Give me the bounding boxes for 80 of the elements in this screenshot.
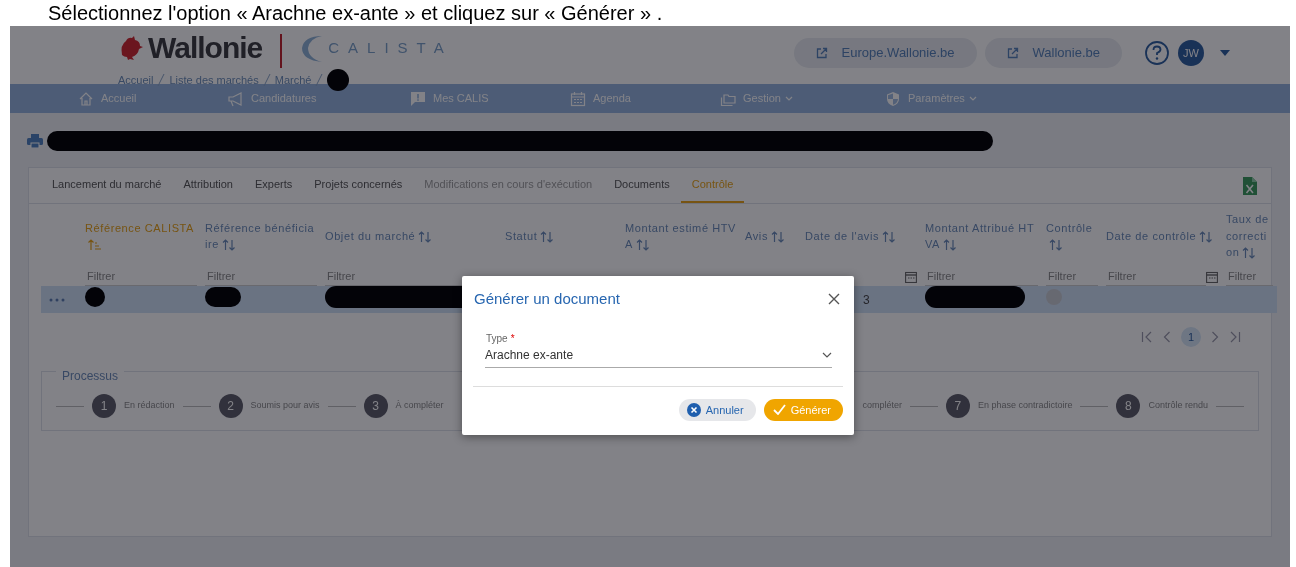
message-icon (410, 90, 426, 107)
app-name: CALISTA (328, 38, 453, 58)
shield-icon (885, 90, 901, 107)
spreadsheet-icon[interactable] (1243, 177, 1257, 195)
column-header[interactable]: Montant estimé HTVA (625, 219, 737, 253)
page-number[interactable]: 1 (1181, 327, 1201, 347)
tab[interactable]: Projets concernés (303, 175, 414, 203)
caption-text: Sélectionnez l'option « Arachne ex-ante » et cliquez sur « Générer » . (47, 1, 664, 26)
calendar-icon[interactable] (1206, 271, 1218, 283)
last-page-icon[interactable] (1229, 331, 1241, 343)
external-link[interactable]: Europe.Wallonie.be (793, 38, 977, 68)
column-header[interactable]: Statut (505, 227, 617, 245)
column-header[interactable]: Montant Attribué HTVA (925, 219, 1038, 253)
close-circle-icon (686, 402, 701, 417)
breadcrumb-link[interactable]: Accueil (118, 71, 154, 89)
chevron-down-icon (822, 351, 832, 358)
redaction-mark (205, 287, 241, 307)
sort-icon (943, 239, 958, 252)
sort-icon (771, 230, 785, 243)
first-page-icon[interactable] (1141, 331, 1153, 343)
next-page-icon[interactable] (1211, 331, 1219, 343)
sort-icon (540, 230, 555, 243)
home-icon (78, 90, 94, 107)
sort-icon (1242, 247, 1257, 260)
sort-icon (635, 239, 650, 252)
previous-page-icon[interactable] (1163, 331, 1171, 343)
more-icon[interactable] (49, 298, 65, 303)
sort-ascending-icon (88, 239, 102, 252)
caret-icon[interactable] (1220, 49, 1230, 56)
tab[interactable]: Attribution (172, 175, 244, 203)
close-icon[interactable] (828, 293, 840, 306)
cancel-button[interactable]: Annuler (678, 398, 756, 421)
column-header[interactable]: Référence CALISTA (85, 219, 197, 253)
slash-icon (315, 73, 324, 87)
calendar-icon (570, 90, 586, 107)
tab[interactable]: Experts (244, 175, 304, 203)
breadcrumb-link[interactable]: Marché (274, 71, 312, 89)
step-number: 1 (92, 394, 116, 418)
help-icon[interactable] (1144, 39, 1170, 66)
step-number: 3 (363, 394, 388, 418)
tab[interactable]: Documents (603, 175, 681, 203)
column-header[interactable]: Référence bénéficiaire (205, 219, 317, 253)
step-number: 2 (218, 394, 243, 418)
sort-icon (1049, 239, 1063, 252)
external-link-icon (1006, 46, 1019, 59)
sort-icon (418, 230, 433, 243)
tab[interactable]: Contrôle (680, 175, 745, 203)
step-number: 7 (945, 394, 970, 418)
column-header[interactable]: Avis (745, 227, 797, 245)
filter-field[interactable]: Filtrer (1046, 266, 1098, 286)
required-mark: * (510, 332, 515, 344)
redaction-mark (327, 69, 350, 91)
step-number: 8 (1116, 394, 1141, 418)
slash-icon (262, 73, 271, 87)
user-avatar[interactable]: JW (1178, 39, 1204, 66)
generate-button[interactable]: Générer (763, 398, 843, 421)
breadcrumb-link[interactable]: Liste des marchés (169, 71, 259, 89)
column-header[interactable]: Taux de correction (1226, 211, 1273, 261)
megaphone-icon (228, 90, 244, 107)
external-link-icon (815, 46, 828, 59)
sort-icon (1199, 230, 1214, 243)
select-field[interactable]: Arachne ex-ante (485, 345, 832, 368)
logo-text: Wallonie (148, 32, 263, 64)
redaction-mark (85, 287, 105, 307)
printer-icon (27, 134, 43, 148)
filter-field[interactable]: Filtrer (1226, 266, 1273, 286)
tab[interactable]: Lancement du marché (41, 175, 173, 203)
column-header[interactable]: Date de contrôle (1106, 227, 1218, 245)
sort-icon (222, 239, 237, 252)
column-header[interactable]: Objet du marché (325, 227, 497, 245)
check-icon (772, 404, 786, 416)
sort-icon (882, 230, 897, 243)
slash-icon (157, 73, 166, 87)
calendar-icon[interactable] (905, 271, 917, 283)
column-header[interactable]: Contrôle (1046, 219, 1098, 253)
dialog-title: Générer un document (474, 289, 620, 309)
external-link[interactable]: Wallonie.be (984, 38, 1122, 68)
table-cell: 3 (863, 292, 870, 307)
column-header[interactable]: Date de l'avis (805, 227, 917, 245)
field-label: Type * (486, 331, 516, 346)
